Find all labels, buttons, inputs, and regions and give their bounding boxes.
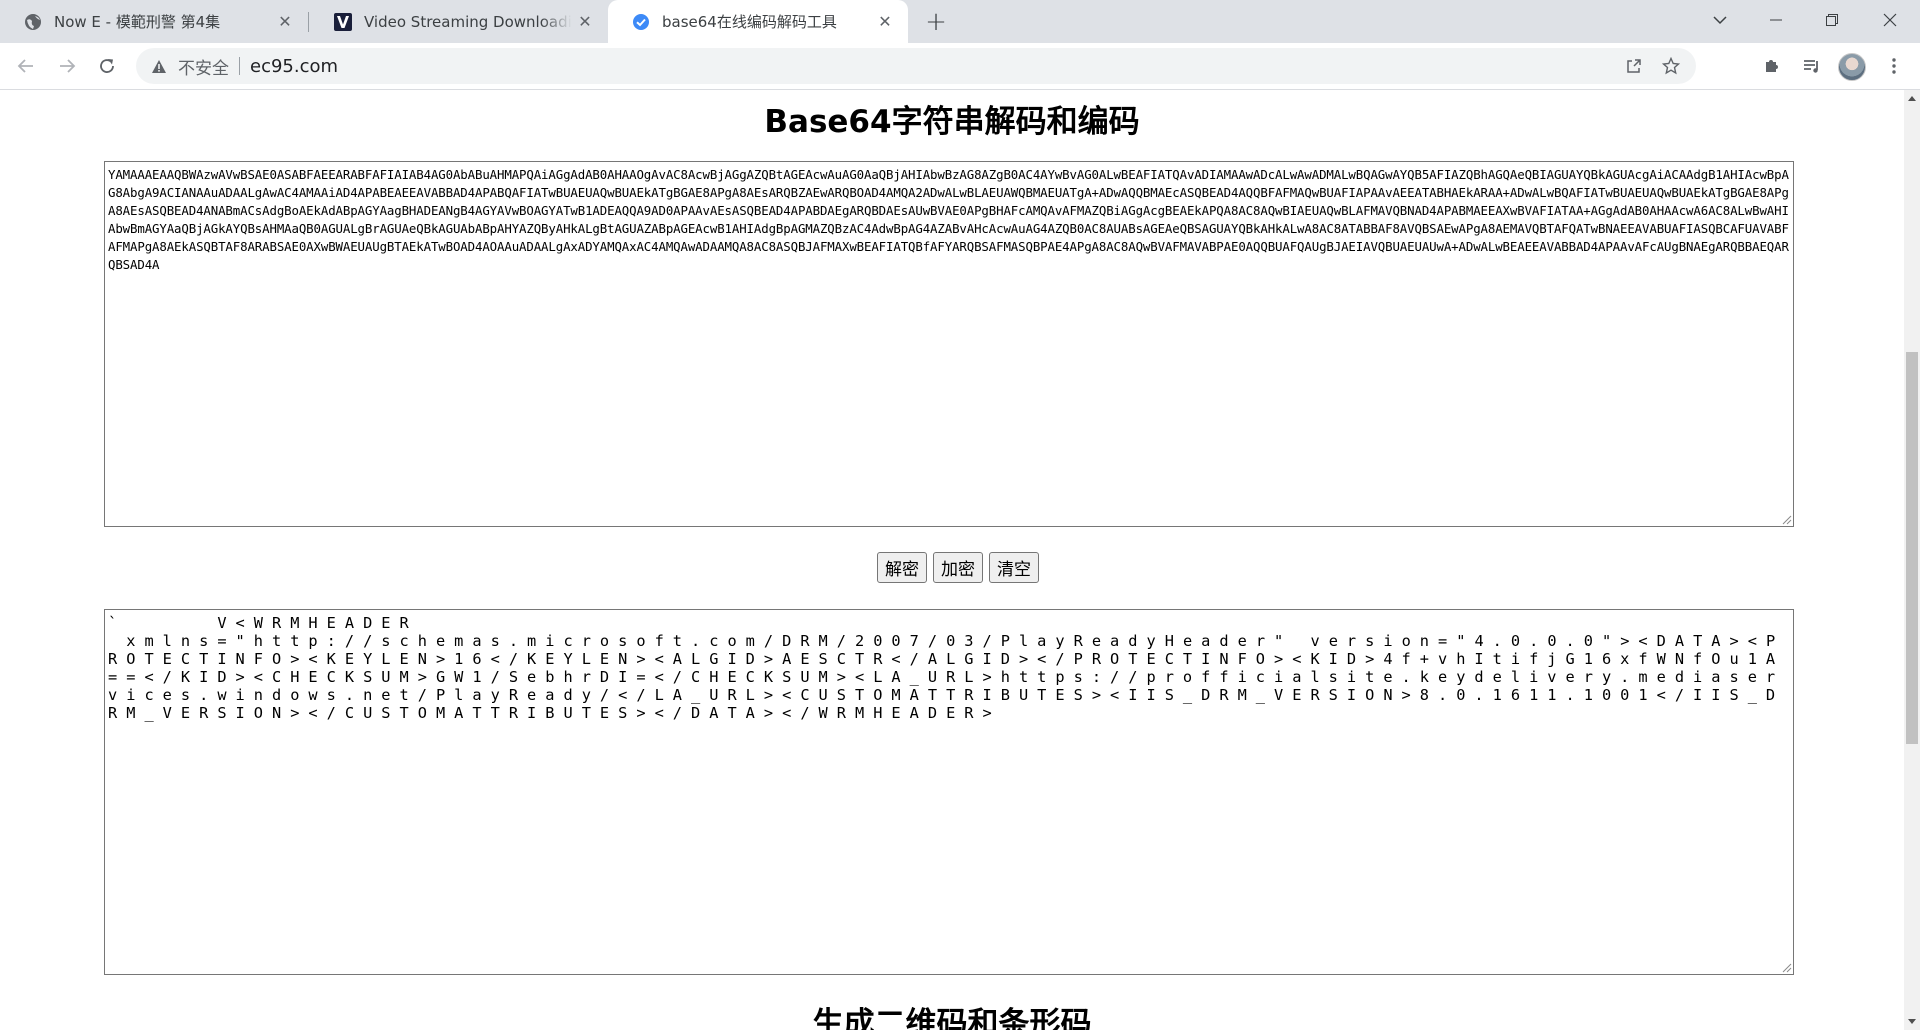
scroll-up-icon[interactable]: [1904, 90, 1920, 106]
clear-button[interactable]: 清空: [989, 552, 1039, 583]
check-badge-icon: [632, 13, 650, 31]
minimize-icon: [1770, 19, 1782, 21]
v-logo-icon: [334, 12, 352, 31]
star-icon: [1662, 57, 1680, 75]
reload-icon: [100, 59, 114, 73]
tab-title: Now E - 模範刑警 第4集: [54, 13, 221, 31]
minimize-button[interactable]: [1748, 0, 1804, 40]
security-label[interactable]: 不安全: [178, 54, 229, 79]
bookmark-button[interactable]: [1653, 48, 1689, 84]
close-icon[interactable]: ✕: [872, 9, 898, 35]
page-title: Base64字符串解码和编码: [764, 104, 1140, 140]
tab-search-button[interactable]: [1692, 0, 1748, 40]
tab-video-streaming[interactable]: Video Streaming Downloading ✕: [310, 0, 608, 43]
vertical-scrollbar[interactable]: [1904, 90, 1920, 1030]
encoded-textarea[interactable]: YAMAAAEAAQBWAzwAVwBSAE0ASABFAEEARABFAFIA…: [104, 161, 1794, 527]
arrow-right-icon: [60, 59, 76, 73]
kebab-menu-icon: [1892, 58, 1896, 74]
tab-base64[interactable]: base64在线编码解码工具 ✕: [608, 0, 908, 43]
decode-button[interactable]: 解密: [877, 552, 927, 583]
chevron-down-icon: [1713, 16, 1727, 25]
globe-icon: [24, 13, 42, 31]
close-window-button[interactable]: [1862, 0, 1918, 40]
extensions-button[interactable]: [1756, 50, 1788, 82]
close-icon[interactable]: ✕: [272, 9, 298, 35]
playlist-icon: [1804, 60, 1818, 73]
url-text[interactable]: ec95.com: [250, 56, 338, 77]
share-button[interactable]: [1616, 48, 1652, 84]
media-controls-button[interactable]: [1796, 50, 1828, 82]
new-tab-button[interactable]: +: [920, 6, 952, 38]
close-icon[interactable]: ✕: [572, 9, 598, 35]
tab-strip: Now E - 模範刑警 第4集 ✕ Video Streaming Downl…: [0, 0, 1920, 43]
forward-button[interactable]: [51, 50, 83, 82]
back-button[interactable]: [10, 50, 42, 82]
share-icon: [1627, 59, 1641, 73]
divider: [239, 57, 240, 75]
reload-button[interactable]: [91, 50, 123, 82]
tab-nowe[interactable]: Now E - 模範刑警 第4集 ✕: [0, 0, 308, 43]
restore-button[interactable]: [1804, 0, 1860, 40]
resize-grip-icon[interactable]: [1780, 961, 1792, 973]
resize-grip-icon[interactable]: [1780, 513, 1792, 525]
decoded-textarea[interactable]: ` V < W R M H E A D E R x m l n s = " h …: [104, 609, 1794, 975]
tab-title: Video Streaming Downloading: [364, 12, 572, 31]
action-buttons: 解密 加密 清空: [0, 552, 1904, 583]
address-bar[interactable]: 不安全 ec95.com: [136, 48, 1696, 84]
browser-toolbar: 不安全 ec95.com: [0, 43, 1920, 90]
tab-title: base64在线编码解码工具: [662, 13, 837, 31]
section-heading: 生成二维码和条形码: [812, 1006, 1092, 1030]
page-content: Base64字符串解码和编码 YAMAAAEAAQBWAzwAVwBSAE0AS…: [0, 90, 1904, 1030]
warning-icon: [150, 57, 168, 75]
encode-button[interactable]: 加密: [933, 552, 983, 583]
menu-button[interactable]: [1878, 50, 1910, 82]
scrollbar-thumb[interactable]: [1906, 352, 1918, 744]
profile-avatar[interactable]: [1838, 53, 1866, 81]
scroll-down-icon[interactable]: [1904, 1014, 1920, 1030]
restore-icon: [1826, 14, 1838, 26]
close-icon: [1883, 13, 1897, 27]
puzzle-icon: [1766, 60, 1778, 72]
arrow-left-icon: [17, 59, 33, 73]
tab-divider: [308, 12, 309, 32]
